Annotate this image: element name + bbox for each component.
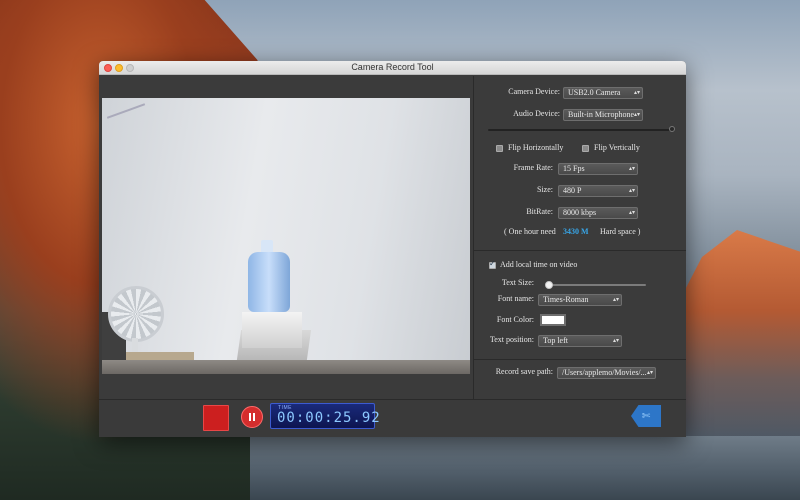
audio-device-row: Audio Device: Built-in Microphone ▴▾ — [474, 109, 686, 123]
pause-record-button[interactable] — [241, 406, 263, 428]
record-timer: TIME 00:00:25.92 — [270, 403, 380, 429]
size-row: Size: 480 P ▴▾ — [474, 185, 686, 199]
save-path-label: Record save path: — [495, 367, 553, 376]
divider — [474, 359, 686, 360]
titlebar[interactable]: Camera Record Tool — [99, 61, 686, 75]
clip-share-button[interactable]: ✄ — [631, 405, 661, 427]
video-panel — [100, 76, 473, 399]
font-color-well[interactable] — [540, 314, 566, 326]
app-window: Camera Record Tool Camera Device: USB2.0… — [99, 61, 686, 437]
local-time-row: Add local time on video — [474, 259, 686, 274]
text-size-slider[interactable] — [546, 284, 646, 286]
preview-scene — [108, 286, 164, 342]
storage-estimate-value: 3430 M — [563, 227, 589, 236]
camera-device-label: Camera Device: — [508, 87, 560, 96]
save-path-value: /Users/applemo/Movies/... — [562, 368, 647, 377]
chevron-updown-icon: ▴▾ — [612, 297, 619, 303]
text-size-row: Text Size: — [474, 278, 686, 292]
font-name-select[interactable]: Times-Roman ▴▾ — [538, 294, 622, 306]
frame-rate-select[interactable]: 15 Fps ▴▾ — [558, 163, 638, 175]
scissors-icon: ✄ — [641, 410, 651, 422]
audio-device-value: Built-in Microphone — [568, 110, 634, 119]
bitrate-label: BitRate: — [526, 207, 553, 216]
chevron-updown-icon: ▴▾ — [633, 90, 640, 96]
bitrate-value: 8000 kbps — [563, 208, 597, 217]
storage-estimate-row: ( One hour need 3430 M Hard space ) — [474, 227, 686, 241]
preview-scene — [242, 312, 302, 348]
text-position-select[interactable]: Top left ▴▾ — [538, 335, 622, 347]
save-path-row: Record save path: /Users/applemo/Movies/… — [474, 367, 686, 381]
camera-preview — [102, 98, 470, 374]
chevron-updown-icon: ▴▾ — [612, 338, 619, 344]
audio-level-meter — [488, 129, 672, 131]
local-time-checkbox[interactable] — [489, 259, 496, 269]
flip-vertical-checkbox[interactable] — [582, 145, 589, 152]
chevron-updown-icon: ▴▾ — [628, 210, 635, 216]
save-path-select[interactable]: /Users/applemo/Movies/... ▴▾ — [557, 367, 656, 379]
preview-scene — [106, 103, 146, 119]
flip-horizontal-checkbox[interactable] — [496, 145, 503, 152]
text-position-value: Top left — [543, 336, 568, 345]
control-bar: TIME 00:00:25.92 ✄ — [99, 399, 686, 437]
divider — [474, 250, 686, 251]
size-select[interactable]: 480 P ▴▾ — [558, 185, 638, 197]
frame-rate-value: 15 Fps — [563, 164, 585, 173]
font-name-label: Font name: — [497, 294, 534, 303]
frame-rate-label: Frame Rate: — [513, 163, 553, 172]
chevron-updown-icon: ▴▾ — [646, 370, 653, 376]
text-size-label: Text Size: — [501, 278, 534, 287]
camera-device-select[interactable]: USB2.0 Camera ▴▾ — [563, 87, 643, 99]
text-size-slider-knob[interactable] — [545, 281, 553, 289]
bitrate-select[interactable]: 8000 kbps ▴▾ — [558, 207, 638, 219]
font-color-label: Font Color: — [496, 315, 534, 324]
wallpaper-valley — [250, 436, 800, 500]
flip-horizontal-label: Flip Horizontally — [508, 143, 564, 152]
preview-scene — [248, 252, 290, 312]
font-name-value: Times-Roman — [543, 295, 589, 304]
chevron-updown-icon: ▴▾ — [628, 166, 635, 172]
preview-scene — [102, 360, 470, 374]
stop-record-button[interactable] — [203, 405, 229, 431]
audio-level-knob[interactable] — [669, 126, 675, 132]
pause-icon — [249, 413, 251, 421]
frame-rate-row: Frame Rate: 15 Fps ▴▾ — [474, 163, 686, 177]
bitrate-row: BitRate: 8000 kbps ▴▾ — [474, 207, 686, 221]
flip-vertical-label: Flip Vertically — [594, 143, 640, 152]
storage-estimate-suffix: Hard space ) — [600, 227, 641, 236]
settings-panel: Camera Device: USB2.0 Camera ▴▾ Audio De… — [473, 76, 686, 399]
local-time-label: Add local time on video — [500, 260, 578, 269]
size-label: Size: — [537, 185, 553, 194]
pause-icon — [253, 413, 255, 421]
chevron-updown-icon: ▴▾ — [628, 188, 635, 194]
font-name-row: Font name: Times-Roman ▴▾ — [474, 294, 686, 308]
audio-device-label: Audio Device: — [513, 109, 560, 118]
audio-device-select[interactable]: Built-in Microphone ▴▾ — [563, 109, 643, 121]
flip-row: Flip Horizontally Flip Vertically — [474, 143, 686, 157]
timer-value: 00:00:25.92 — [277, 410, 381, 426]
text-position-row: Text position: Top left ▴▾ — [474, 335, 686, 349]
text-position-label: Text position: — [489, 335, 534, 344]
camera-device-row: Camera Device: USB2.0 Camera ▴▾ — [474, 87, 686, 101]
storage-estimate-prefix: ( One hour need — [504, 227, 556, 236]
camera-device-value: USB2.0 Camera — [568, 88, 621, 97]
size-value: 480 P — [563, 186, 582, 195]
chevron-updown-icon: ▴▾ — [633, 112, 640, 118]
font-color-row: Font Color: — [474, 314, 686, 328]
window-title: Camera Record Tool — [351, 62, 434, 72]
